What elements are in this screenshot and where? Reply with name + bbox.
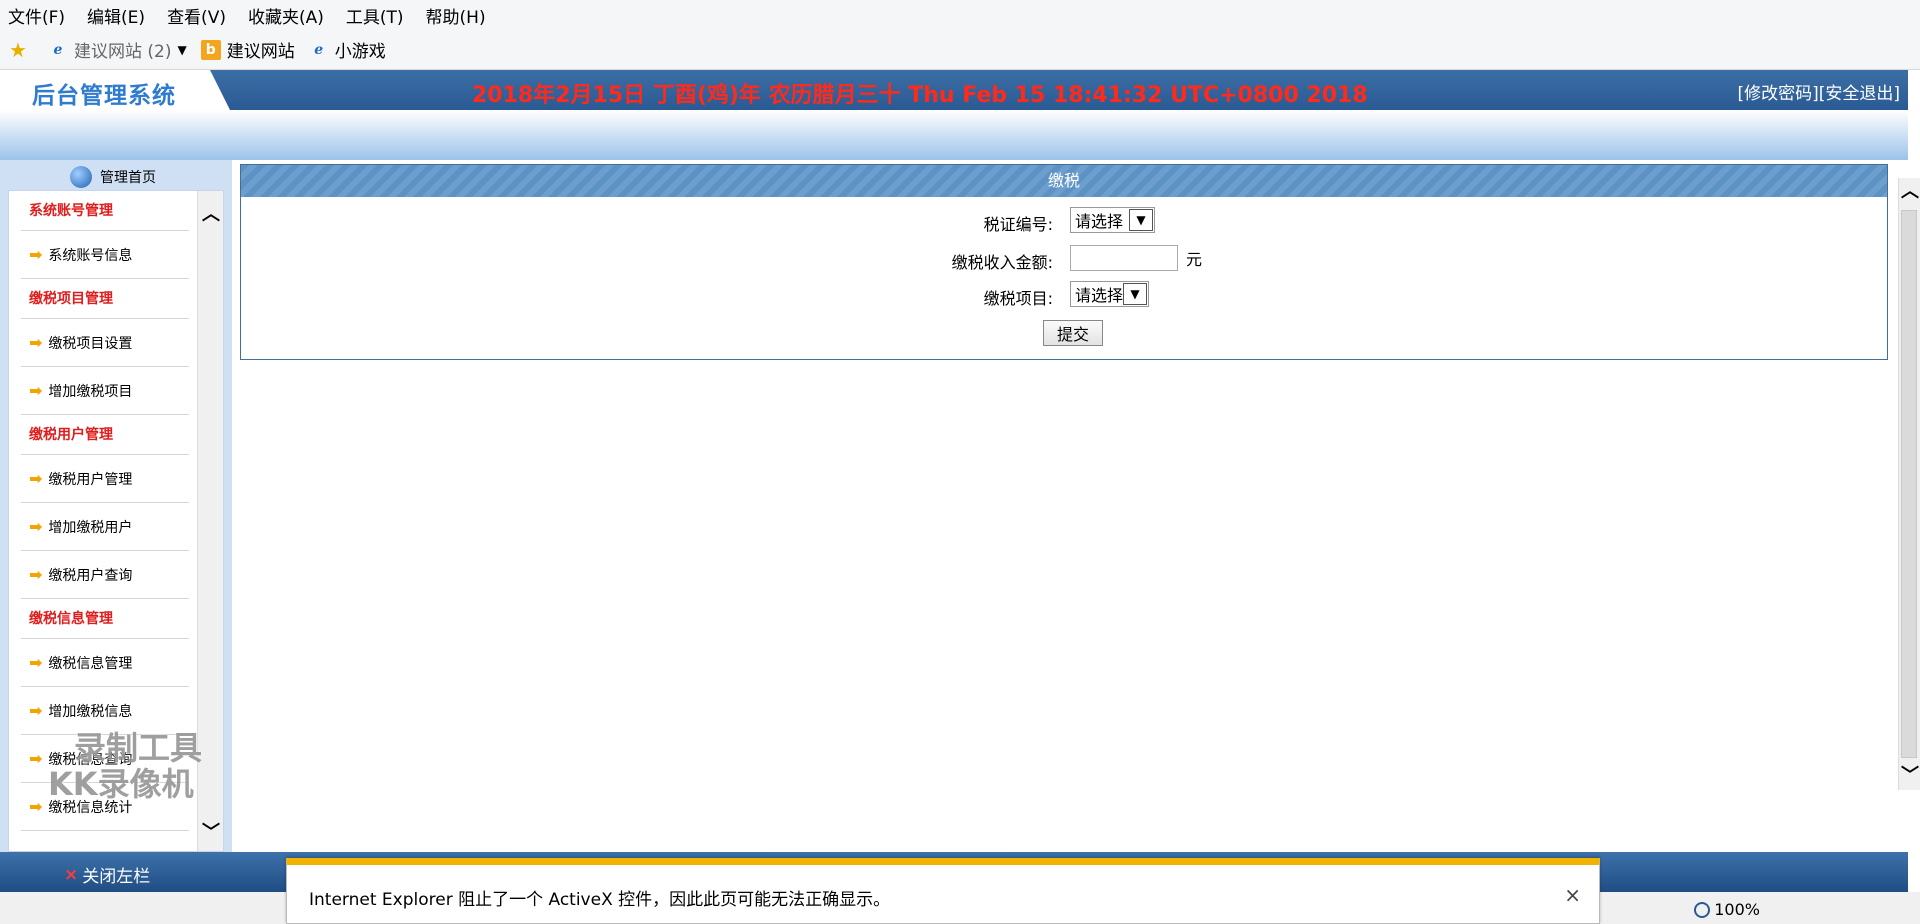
fav-label: 小游戏 bbox=[334, 42, 386, 62]
nav-item-add-tax-project[interactable]: ➡ 增加缴税项目 bbox=[21, 367, 189, 415]
close-sidebar-button[interactable]: × 关闭左栏 bbox=[64, 862, 151, 888]
header-gradient-band bbox=[0, 110, 1908, 160]
nav-item-tax-project-settings[interactable]: ➡ 缴税项目设置 bbox=[21, 319, 189, 367]
nav-item-label: 缴税用户查询 bbox=[48, 567, 133, 584]
chevron-up-icon[interactable]: ︿ bbox=[1900, 182, 1920, 202]
zoom-level: 100% bbox=[1714, 900, 1760, 919]
bing-icon: b bbox=[200, 39, 221, 60]
menu-help[interactable]: 帮助(H) bbox=[426, 3, 486, 28]
favorites-bar: ★ e 建议网站 (2) ▼ b 建议网站 e 小游戏 bbox=[0, 30, 1920, 70]
nav-item-label: 增加缴税信息 bbox=[48, 703, 133, 720]
ie-icon: e bbox=[53, 41, 63, 58]
nav-category-tax-project[interactable]: 缴税项目管理 bbox=[21, 279, 189, 319]
app-header: 后台管理系统 2018年2月15日 丁酉(鸡)年 农历腊月三十 Thu Feb … bbox=[0, 70, 1908, 110]
amount-input[interactable] bbox=[1070, 245, 1178, 271]
arrow-right-icon: ➡ bbox=[29, 381, 43, 400]
logout-link[interactable]: [安全退出] bbox=[1819, 84, 1900, 104]
activex-notification-bar: Internet Explorer 阻止了一个 ActiveX 控件，因此此页可… bbox=[286, 858, 1600, 924]
chevron-down-icon: ▼ bbox=[1123, 283, 1148, 305]
change-password-link[interactable]: [修改密码] bbox=[1737, 84, 1818, 104]
arrow-right-icon: ➡ bbox=[29, 653, 43, 672]
star-icon: ★ bbox=[9, 37, 27, 62]
app-title: 后台管理系统 bbox=[32, 83, 176, 109]
arrow-right-icon: ➡ bbox=[29, 469, 43, 488]
nav-category-system-account[interactable]: 系统账号管理 bbox=[21, 191, 189, 231]
nav-item-system-account-info[interactable]: ➡ 系统账号信息 bbox=[21, 231, 189, 279]
watermark-line2: KK录像机 bbox=[48, 765, 194, 803]
watermark-line1: 录制工具 bbox=[74, 729, 203, 767]
page-scrollbar[interactable]: ︿ ﹀ bbox=[1898, 178, 1920, 790]
close-icon: × bbox=[64, 864, 79, 885]
nav-category-tax-user[interactable]: 缴税用户管理 bbox=[21, 415, 189, 455]
amount-unit: 元 bbox=[1186, 250, 1203, 269]
submit-button[interactable]: 提交 bbox=[1043, 320, 1103, 346]
datetime-banner: 2018年2月15日 丁酉(鸡)年 农历腊月三十 Thu Feb 15 18:4… bbox=[472, 83, 1368, 108]
nav-item-add-tax-info[interactable]: ➡ 增加缴税信息 bbox=[21, 687, 189, 735]
main-content: 缴税 税证编号: 请选择 ▼ 缴税收入金额: 元 缴税项目: 请选择 ▼ 提交 bbox=[232, 160, 1904, 852]
amount-label: 缴税收入金额: bbox=[951, 253, 1053, 272]
tax-cert-label: 税证编号: bbox=[983, 215, 1053, 234]
chevron-up-icon[interactable]: ︿ bbox=[201, 205, 221, 225]
menu-favorites[interactable]: 收藏夹(A) bbox=[248, 3, 324, 28]
fav-label: 建议网站 bbox=[226, 42, 295, 62]
menu-view[interactable]: 查看(V) bbox=[167, 3, 226, 28]
recorder-watermark: 录制工具 KK录像机 bbox=[48, 730, 202, 802]
arrow-right-icon: ➡ bbox=[29, 245, 43, 264]
fav-mini-games[interactable]: e 小游戏 bbox=[309, 37, 386, 63]
nav-item-label: 缴税用户管理 bbox=[48, 471, 133, 488]
chevron-down-icon[interactable]: ﹀ bbox=[201, 823, 221, 843]
close-icon[interactable]: × bbox=[1564, 883, 1581, 907]
nav-item-tax-user-manage[interactable]: ➡ 缴税用户管理 bbox=[21, 455, 189, 503]
tax-payment-form: 缴税 税证编号: 请选择 ▼ 缴税收入金额: 元 缴税项目: 请选择 ▼ 提交 bbox=[240, 164, 1888, 360]
nav-category-tax-info[interactable]: 缴税信息管理 bbox=[21, 599, 189, 639]
arrow-right-icon: ➡ bbox=[29, 749, 43, 768]
home-label: 管理首页 bbox=[100, 170, 156, 186]
menu-file[interactable]: 文件(F) bbox=[8, 3, 65, 28]
notification-message: Internet Explorer 阻止了一个 ActiveX 控件，因此此页可… bbox=[309, 890, 891, 910]
nav-item-label: 增加缴税项目 bbox=[48, 383, 133, 400]
tax-cert-row: 请选择 ▼ bbox=[1070, 207, 1156, 233]
nav-item-label: 增加缴税用户 bbox=[48, 519, 133, 536]
form-title: 缴税 bbox=[241, 165, 1887, 197]
menu-edit[interactable]: 编辑(E) bbox=[87, 3, 145, 28]
zoom-icon bbox=[1694, 901, 1711, 918]
scrollbar-thumb[interactable] bbox=[1901, 210, 1917, 758]
fav-suggested-sites[interactable]: b 建议网站 bbox=[200, 37, 295, 62]
zoom-control[interactable]: 100% bbox=[1694, 900, 1760, 919]
project-row: 请选择 ▼ bbox=[1070, 281, 1150, 307]
chevron-down-icon[interactable]: ﹀ bbox=[1900, 766, 1920, 786]
home-link[interactable]: 管理首页 bbox=[70, 166, 156, 188]
chevron-down-icon: ▼ bbox=[1129, 209, 1154, 231]
nav-item-label: 系统账号信息 bbox=[48, 247, 133, 264]
arrow-right-icon: ➡ bbox=[29, 797, 43, 816]
header-links: [修改密码][安全退出] bbox=[1737, 79, 1900, 104]
arrow-right-icon: ➡ bbox=[29, 565, 43, 584]
arrow-right-icon: ➡ bbox=[29, 517, 43, 536]
favorites-star-button[interactable]: ★ bbox=[8, 37, 34, 62]
nav-item-label: 缴税信息管理 bbox=[48, 655, 133, 672]
nav-item-tax-user-query[interactable]: ➡ 缴税用户查询 bbox=[21, 551, 189, 599]
select-value: 请选择 bbox=[1075, 286, 1124, 305]
ie-icon: e bbox=[314, 41, 324, 58]
fav-suggested-sites-dropdown[interactable]: e 建议网站 (2) ▼ bbox=[48, 37, 187, 63]
menu-tools[interactable]: 工具(T) bbox=[346, 3, 404, 28]
select-value: 请选择 bbox=[1075, 212, 1124, 231]
project-label: 缴税项目: bbox=[983, 289, 1053, 308]
browser-menubar: 文件(F) 编辑(E) 查看(V) 收藏夹(A) 工具(T) 帮助(H) bbox=[0, 0, 1920, 30]
arrow-right-icon: ➡ bbox=[29, 701, 43, 720]
arrow-right-icon: ➡ bbox=[29, 333, 43, 352]
tax-cert-select[interactable]: 请选择 ▼ bbox=[1070, 207, 1156, 233]
nav-item-tax-info-manage[interactable]: ➡ 缴税信息管理 bbox=[21, 639, 189, 687]
fav-label: 建议网站 (2) bbox=[74, 42, 172, 62]
project-select[interactable]: 请选择 ▼ bbox=[1070, 281, 1150, 307]
nav-item-label: 缴税项目设置 bbox=[48, 335, 133, 352]
nav-item-add-tax-user[interactable]: ➡ 增加缴税用户 bbox=[21, 503, 189, 551]
amount-row: 元 bbox=[1070, 245, 1202, 271]
close-sidebar-label: 关闭左栏 bbox=[82, 867, 151, 887]
globe-icon bbox=[70, 166, 92, 188]
dropdown-arrow-icon: ▼ bbox=[177, 42, 187, 57]
